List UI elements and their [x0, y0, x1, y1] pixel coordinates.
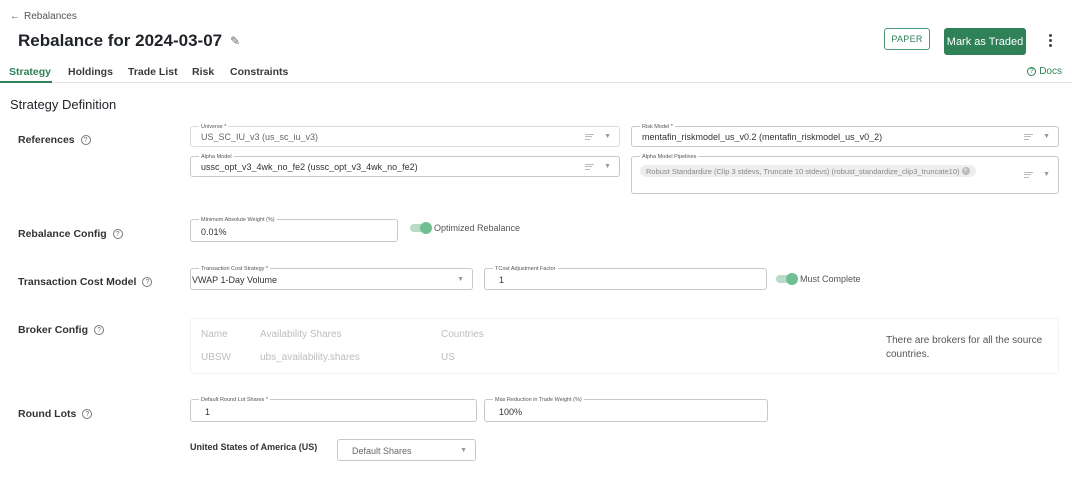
- mark-as-traded-button[interactable]: Mark as Traded: [944, 28, 1026, 55]
- chevron-down-icon[interactable]: ▼: [1043, 171, 1050, 178]
- chevron-down-icon[interactable]: ▼: [457, 276, 464, 283]
- alpha-model-label: Alpha Model: [199, 153, 234, 161]
- country-shares-value: Default Shares: [352, 446, 412, 456]
- transaction-cost-label-text: Transaction Cost Model: [18, 276, 137, 288]
- more-options-icon[interactable]: [1044, 30, 1056, 50]
- default-round-lot-label: Default Round Lot Shares *: [199, 396, 270, 404]
- broker-countries-cell: US: [441, 352, 455, 363]
- alpha-pipelines-label: Alpha Model Pipelines: [640, 153, 699, 161]
- pipeline-chip[interactable]: Robust Standardize (Clip 3 stdevs, Trunc…: [640, 165, 976, 177]
- max-reduction-value: 100%: [499, 407, 523, 417]
- filter-icon[interactable]: [585, 163, 595, 170]
- docs-link[interactable]: ? Docs: [1027, 66, 1062, 77]
- alpha-model-value: ussc_opt_v3_4wk_no_fe2 (ussc_opt_v3_4wk_…: [201, 162, 418, 172]
- tab-trade-list[interactable]: Trade List: [128, 66, 178, 78]
- tcost-strategy-select[interactable]: Transaction Cost Strategy * VWAP 1-Day V…: [190, 265, 473, 290]
- alpha-model-select[interactable]: Alpha Model ussc_opt_v3_4wk_no_fe2 (ussc…: [190, 153, 620, 177]
- tab-holdings[interactable]: Holdings: [68, 66, 113, 78]
- toggle-track: [410, 222, 432, 234]
- must-complete-toggle[interactable]: Must Complete: [776, 273, 861, 285]
- risk-model-label: Risk Model *: [640, 123, 675, 131]
- references-label-text: References: [18, 134, 75, 146]
- tab-risk[interactable]: Risk: [192, 66, 214, 78]
- alpha-pipelines-select[interactable]: Alpha Model Pipelines Robust Standardize…: [631, 153, 1059, 194]
- chevron-down-icon[interactable]: ▼: [460, 447, 467, 454]
- toggle-track: [776, 273, 798, 285]
- rebalance-config-label-text: Rebalance Config: [18, 228, 107, 240]
- default-round-lot-input[interactable]: Default Round Lot Shares * 1: [190, 396, 477, 422]
- round-lots-label-text: Round Lots: [18, 408, 77, 420]
- transaction-cost-label: Transaction Cost Model ?: [18, 276, 153, 288]
- back-to-rebalances-link[interactable]: ← Rebalances: [10, 11, 77, 22]
- help-circle-icon: ?: [1027, 67, 1037, 76]
- help-icon[interactable]: ?: [94, 325, 105, 335]
- broker-note: There are brokers for all the source cou…: [886, 335, 1043, 360]
- tab-strategy[interactable]: Strategy: [9, 66, 51, 78]
- max-reduction-label: Max Reduction in Trade Weight (%): [493, 396, 584, 404]
- tcost-adjustment-value: 1: [499, 275, 505, 285]
- page-title: Rebalance for 2024-03-07 ✎: [18, 31, 240, 51]
- broker-config-label-text: Broker Config: [18, 324, 89, 336]
- tcost-adjustment-input[interactable]: TCost Adjustment Factor 1: [484, 265, 767, 290]
- risk-model-select[interactable]: Risk Model * mentafin_riskmodel_us_v0.2 …: [631, 123, 1059, 147]
- optimized-rebalance-toggle[interactable]: Optimized Rebalance: [410, 222, 521, 234]
- filter-icon[interactable]: [1024, 171, 1034, 178]
- section-title: Strategy Definition: [10, 97, 117, 112]
- min-absolute-weight-input[interactable]: Minimum Absolute Weight (%) 0.01%: [190, 216, 398, 242]
- tcost-strategy-label: Transaction Cost Strategy *: [199, 265, 271, 273]
- round-lots-label: Round Lots ?: [18, 408, 93, 420]
- tcost-adjustment-label: TCost Adjustment Factor: [493, 265, 558, 273]
- default-round-lot-value: 1: [205, 407, 211, 417]
- column-header-availability: Availability Shares: [260, 329, 342, 340]
- tcost-strategy-value: VWAP 1-Day Volume: [192, 275, 278, 285]
- country-shares-select[interactable]: Default Shares ▼: [337, 439, 476, 461]
- chevron-down-icon[interactable]: ▼: [604, 163, 611, 170]
- universe-select[interactable]: Universe * US_SC_IU_v3 (us_sc_iu_v3) ▼: [190, 123, 620, 147]
- tab-constraints[interactable]: Constraints: [230, 66, 288, 78]
- column-header-countries: Countries: [441, 329, 484, 340]
- arrow-left-icon: ←: [10, 11, 20, 22]
- help-icon[interactable]: ?: [82, 409, 93, 419]
- help-icon[interactable]: ?: [80, 135, 91, 145]
- close-icon[interactable]: ×: [961, 167, 970, 175]
- broker-config-label: Broker Config ?: [18, 324, 105, 336]
- paper-button[interactable]: PAPER: [884, 28, 930, 50]
- active-tab-indicator: [0, 81, 52, 83]
- page-title-text: Rebalance for 2024-03-07: [18, 31, 223, 50]
- column-header-name: Name: [201, 329, 228, 340]
- filter-icon[interactable]: [1024, 133, 1034, 140]
- min-weight-label: Minimum Absolute Weight (%): [199, 216, 277, 224]
- min-weight-value: 0.01%: [201, 227, 227, 237]
- help-icon[interactable]: ?: [142, 277, 153, 287]
- pencil-icon[interactable]: ✎: [230, 34, 240, 48]
- broker-name-cell: UBSW: [201, 352, 231, 363]
- help-icon[interactable]: ?: [112, 229, 123, 239]
- risk-model-value: mentafin_riskmodel_us_v0.2 (mentafin_ris…: [642, 132, 883, 142]
- back-link-label: Rebalances: [24, 11, 77, 22]
- filter-icon[interactable]: [585, 133, 595, 140]
- optimized-rebalance-label: Optimized Rebalance: [434, 223, 521, 233]
- max-reduction-input[interactable]: Max Reduction in Trade Weight (%) 100%: [484, 396, 768, 422]
- tab-bar: Strategy Holdings Trade List Risk Constr…: [0, 62, 1072, 83]
- chevron-down-icon[interactable]: ▼: [604, 133, 611, 140]
- rebalance-config-label: Rebalance Config ?: [18, 228, 123, 240]
- chevron-down-icon[interactable]: ▼: [1043, 133, 1050, 140]
- must-complete-label: Must Complete: [800, 274, 861, 284]
- broker-availability-cell: ubs_availability.shares: [260, 352, 360, 363]
- country-label: United States of America (US): [190, 442, 318, 452]
- pipeline-chip-label: Robust Standardize (Clip 3 stdevs, Trunc…: [646, 166, 960, 176]
- references-label: References ?: [18, 134, 91, 146]
- universe-label: Universe *: [199, 123, 229, 131]
- docs-label: Docs: [1039, 66, 1062, 77]
- universe-value: US_SC_IU_v3 (us_sc_iu_v3): [201, 132, 319, 142]
